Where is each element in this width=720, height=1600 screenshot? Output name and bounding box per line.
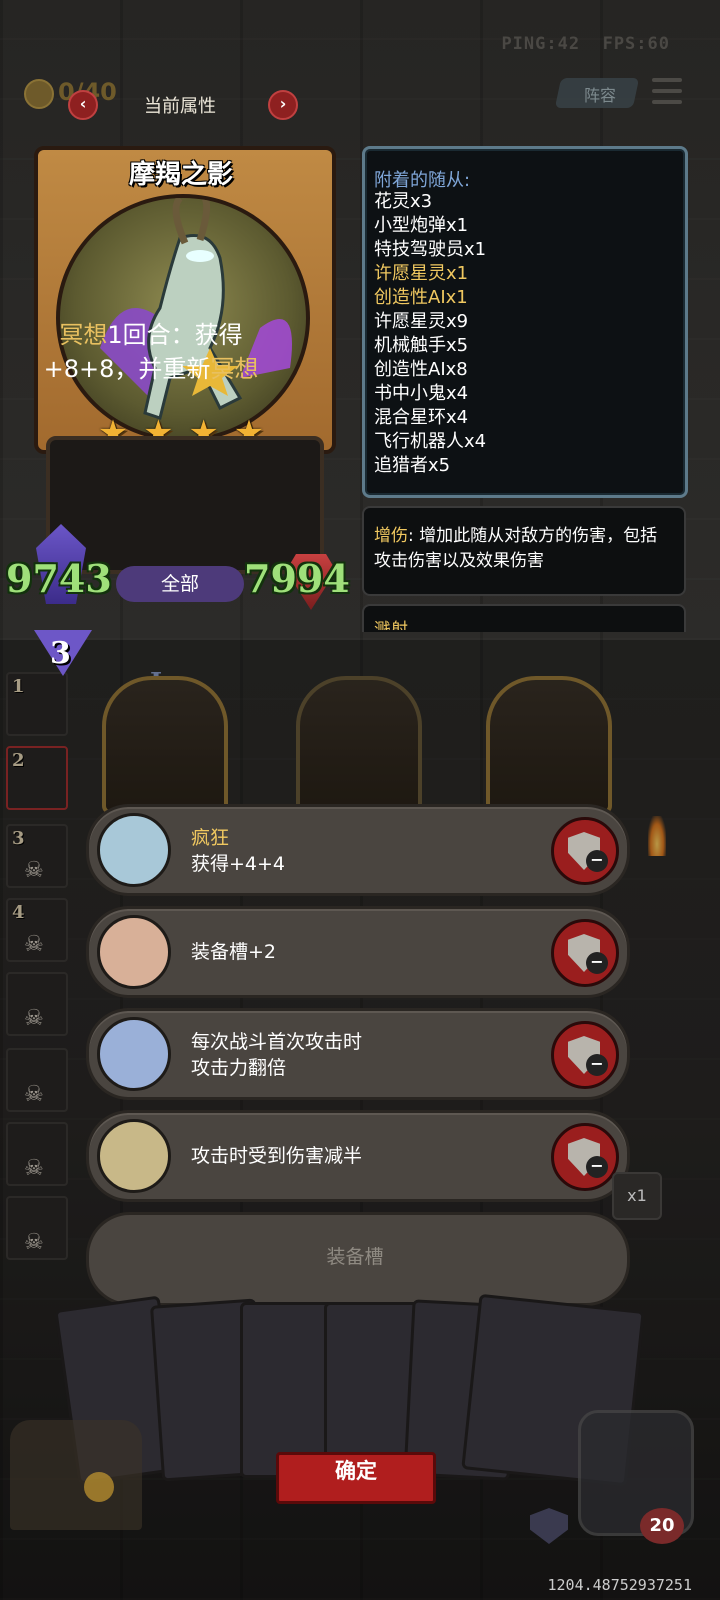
player-hp: 20 — [640, 1508, 684, 1544]
attached-minion-item: 追猎者x5 — [374, 455, 451, 476]
tab-all[interactable]: 全部 — [116, 566, 244, 602]
card-name: 摩羯之影 — [128, 160, 233, 190]
lineup-button-label[interactable]: 阵容 — [584, 82, 616, 106]
dragon-icon — [97, 1017, 171, 1091]
attached-minion-item: 许愿星灵x1 — [374, 263, 469, 284]
empty-equipment-slot-label: 装备槽 — [326, 1246, 384, 1268]
prev-arrow-icon[interactable]: ‹ — [68, 90, 98, 120]
coin-icon — [24, 79, 54, 109]
meditate-keyword[interactable]: 冥想 — [210, 355, 258, 383]
equipment-name: 疯狂 — [191, 827, 230, 849]
coordinate-readout: 1204.48752937251 — [547, 1576, 693, 1594]
attached-minion-item: 机械触手x5 — [374, 335, 469, 356]
equipment-desc-line2: 攻击力翻倍 — [191, 1057, 287, 1079]
multiplier-badge[interactable]: x1 — [612, 1172, 662, 1220]
minus-icon: − — [586, 1054, 608, 1076]
effect-description: 增伤: 增加此随从对敌方的伤害，包括攻击伤害以及效果伤害 — [374, 526, 658, 571]
confirm-button[interactable]: 确定 — [276, 1452, 436, 1504]
effect-panel-next — [362, 604, 686, 632]
network-stats: PING:42 FPS:60 — [501, 34, 670, 54]
attached-minion-item: 创造性AIx1 — [374, 287, 468, 308]
minus-icon: − — [586, 850, 608, 872]
next-arrow-icon[interactable]: › — [268, 90, 298, 120]
treasure-chest-icon[interactable] — [10, 1420, 142, 1530]
attached-minion-item: 特技驾驶员x1 — [374, 239, 487, 260]
unequip-button[interactable]: − — [551, 919, 619, 987]
page-title: 当前属性 — [144, 96, 216, 117]
attack-value: 9743 — [6, 556, 112, 601]
equipment-desc: 装备槽+2 — [191, 941, 277, 963]
minus-icon: − — [586, 952, 608, 974]
attached-minions-list: 花灵x3 小型炮弹x1 特技驾驶员x1 许愿星灵x1 创造性AIx1 许愿星灵x9 机械触手… — [374, 190, 486, 478]
meditate-keyword[interactable]: 冥想 — [59, 321, 107, 349]
card-description: 冥想1回合：获得 +8+8，并重新冥想 — [43, 321, 259, 383]
tier-value: 3 — [50, 636, 71, 671]
attached-minion-item: 花灵x3 — [374, 191, 433, 212]
minus-icon: − — [586, 1156, 608, 1178]
chest-coin-icon — [84, 1472, 114, 1502]
equipment-desc-line1: 每次战斗首次攻击时 — [191, 1031, 363, 1053]
attached-minion-item: 飞行机器人x4 — [374, 431, 487, 452]
unequip-button[interactable]: − — [551, 817, 619, 885]
equipment-desc: 攻击时受到伤害减半 — [191, 1145, 363, 1167]
equipment-row[interactable]: 疯狂 获得+4+4 − — [86, 804, 630, 896]
menu-icon[interactable] — [652, 78, 682, 104]
madness-icon — [97, 813, 171, 887]
attached-minion-item: 许愿星灵x9 — [374, 311, 469, 332]
effect-next-keyword: 溅射 — [374, 620, 408, 630]
health-value: 7994 — [244, 556, 350, 601]
equipment-desc: 获得+4+4 — [191, 853, 286, 875]
attached-minions-title: 附着的随从: — [374, 170, 471, 191]
card-desc-box — [46, 436, 324, 574]
unequip-button[interactable]: − — [551, 1021, 619, 1089]
attached-minion-item: 混合星环x4 — [374, 407, 469, 428]
attached-minion-item: 创造性AIx8 — [374, 359, 468, 380]
backpack-icon — [97, 915, 171, 989]
attached-minion-item: 小型炮弹x1 — [374, 215, 469, 236]
equipment-row[interactable]: 攻击时受到伤害减半 − — [86, 1110, 630, 1202]
unequip-button[interactable]: − — [551, 1123, 619, 1191]
crossed-swords-icon — [97, 1119, 171, 1193]
attached-minion-item: 书中小鬼x4 — [374, 383, 469, 404]
equipment-row[interactable]: 每次战斗首次攻击时 攻击力翻倍 − — [86, 1008, 630, 1100]
equipment-row[interactable]: 装备槽+2 − — [86, 906, 630, 998]
